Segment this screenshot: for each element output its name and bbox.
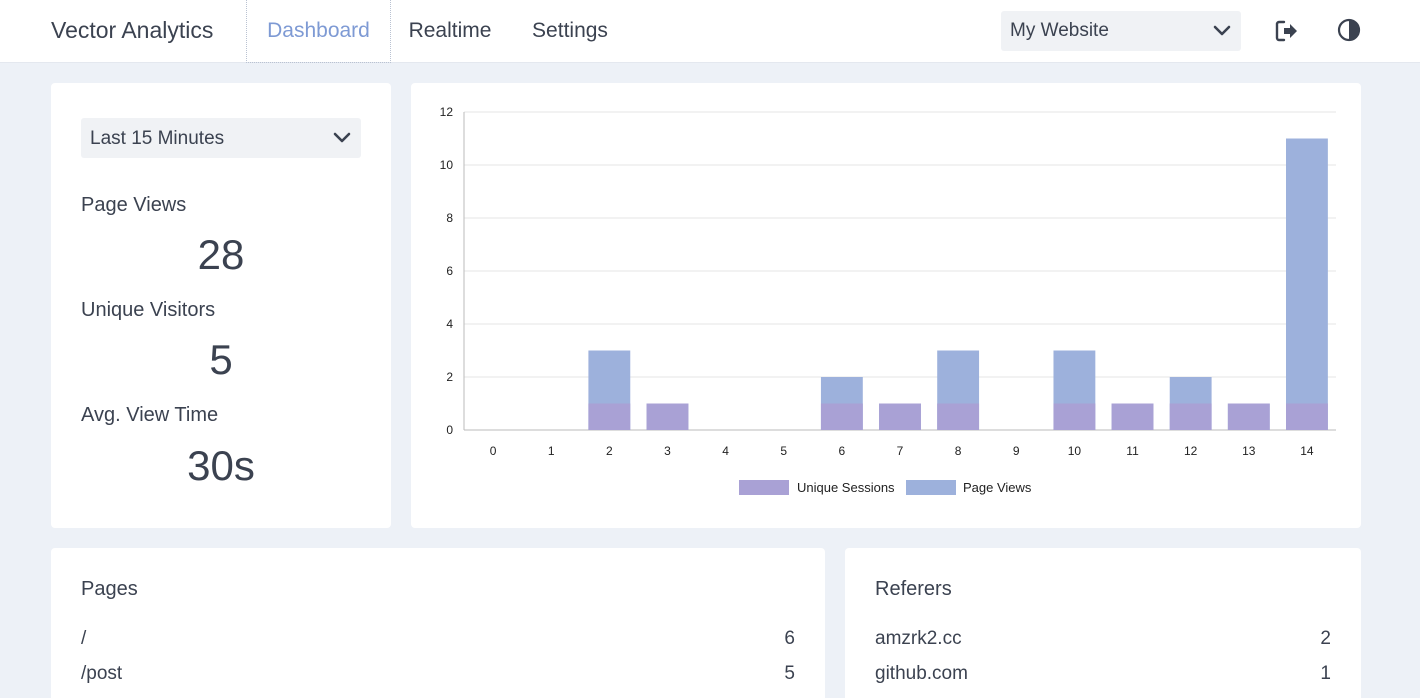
bar-unique-sessions [646, 403, 689, 430]
bar-unique-sessions [937, 403, 980, 430]
y-tick-label: 4 [446, 317, 453, 331]
unique-visitors-value: 5 [209, 336, 233, 383]
bar-unique-sessions [1227, 403, 1270, 430]
legend-swatch-unique-sessions [739, 480, 789, 495]
page-count: 6 [784, 628, 795, 649]
stats-card: Last 15 Minutes Page Views 28 Unique Vis… [51, 83, 391, 528]
tab-dashboard[interactable]: Dashboard [246, 0, 391, 63]
list-item[interactable]: /post 5 [81, 663, 795, 687]
views-chart: 0246810120 1 2 3 4 5 6 7 8 9 10 11 12 13 14Unique Sess… [440, 105, 1336, 495]
bar-unique-sessions [1169, 403, 1212, 430]
x-tick-label: 7 [897, 444, 904, 458]
page-views-label: Page Views [81, 194, 187, 216]
chart-card: 0 2 4 6 8 10 12 0 1 2 3 4 5 6 7 8 9 10 11 12 13 14 Unique Sess… [411, 83, 1361, 528]
x-tick-label: 11 [1126, 444, 1139, 458]
x-tick-label: 4 [722, 444, 729, 458]
x-tick-label: 13 [1242, 444, 1256, 458]
page-views-value: 28 [197, 231, 245, 278]
x-tick-label: 0 [490, 444, 497, 458]
logout-button[interactable] [1273, 17, 1301, 45]
chevron-down-icon [1213, 25, 1231, 36]
list-item[interactable]: / 6 [81, 628, 795, 652]
referrer-count: 2 [1320, 628, 1331, 649]
y-tick-label: 10 [440, 158, 454, 172]
referrer-name: amzrk2.cc [875, 628, 962, 649]
time-range-select[interactable]: Last 15 Minutes [81, 118, 361, 158]
contrast-icon [1337, 18, 1361, 42]
y-tick-label: 8 [446, 211, 453, 225]
x-tick-label: 3 [664, 444, 671, 458]
bar-unique-sessions [588, 403, 631, 430]
x-tick-label: 1 [548, 444, 555, 458]
bar-unique-sessions [820, 403, 863, 430]
avg-view-time-label: Avg. View Time [81, 404, 219, 426]
x-tick-label: 10 [1068, 444, 1082, 458]
list-item[interactable]: amzrk2.cc 2 [875, 628, 1331, 652]
website-select-value: My Website [1010, 20, 1109, 41]
time-range-value: Last 15 Minutes [90, 128, 225, 149]
pages-title: Pages [81, 578, 138, 600]
page-count: 5 [784, 663, 795, 684]
y-tick-label: 2 [446, 370, 453, 384]
bar-unique-sessions [1053, 403, 1096, 430]
x-tick-label: 6 [839, 444, 846, 458]
bar-unique-sessions [1111, 403, 1154, 430]
y-tick-label: 12 [440, 105, 454, 119]
tab-realtime[interactable]: Realtime [391, 0, 509, 63]
website-select[interactable]: My Website [1001, 11, 1241, 51]
page-path: /post [81, 663, 123, 684]
x-tick-label: 5 [780, 444, 787, 458]
x-tick-label: 8 [955, 444, 962, 458]
x-tick-label: 12 [1184, 444, 1198, 458]
bar-unique-sessions [1286, 403, 1328, 430]
top-navbar: Vector Analytics Dashboard Realtime Sett… [0, 0, 1420, 63]
y-tick-label: 6 [446, 264, 453, 278]
x-tick-label: 2 [606, 444, 613, 458]
page-path: / [81, 628, 87, 649]
referrers-title: Referers [875, 578, 952, 600]
referrer-name: github.com [875, 663, 968, 684]
tab-settings[interactable]: Settings [515, 0, 625, 63]
y-tick-label: 0 [446, 423, 453, 437]
unique-visitors-label: Unique Visitors [81, 299, 216, 321]
app-brand[interactable]: Vector Analytics [51, 17, 213, 44]
bar-unique-sessions [879, 403, 921, 430]
chevron-down-icon [333, 132, 351, 143]
referrers-card: Referers amzrk2.cc 2 github.com 1 [845, 548, 1361, 698]
avg-view-time-value: 30s [187, 442, 255, 489]
logout-icon [1275, 20, 1297, 42]
legend-label-page-views: Page Views [963, 480, 1032, 495]
legend-label-unique-sessions: Unique Sessions [797, 480, 895, 495]
x-tick-label: 9 [1013, 444, 1020, 458]
pages-card: Pages / 6 /post 5 [51, 548, 825, 698]
list-item[interactable]: github.com 1 [875, 663, 1331, 687]
referrer-count: 1 [1320, 663, 1331, 684]
legend-swatch-page-views [906, 480, 956, 495]
x-tick-label: 14 [1300, 444, 1314, 458]
theme-toggle-button[interactable] [1335, 17, 1363, 45]
bar-page-views [1286, 138, 1328, 430]
